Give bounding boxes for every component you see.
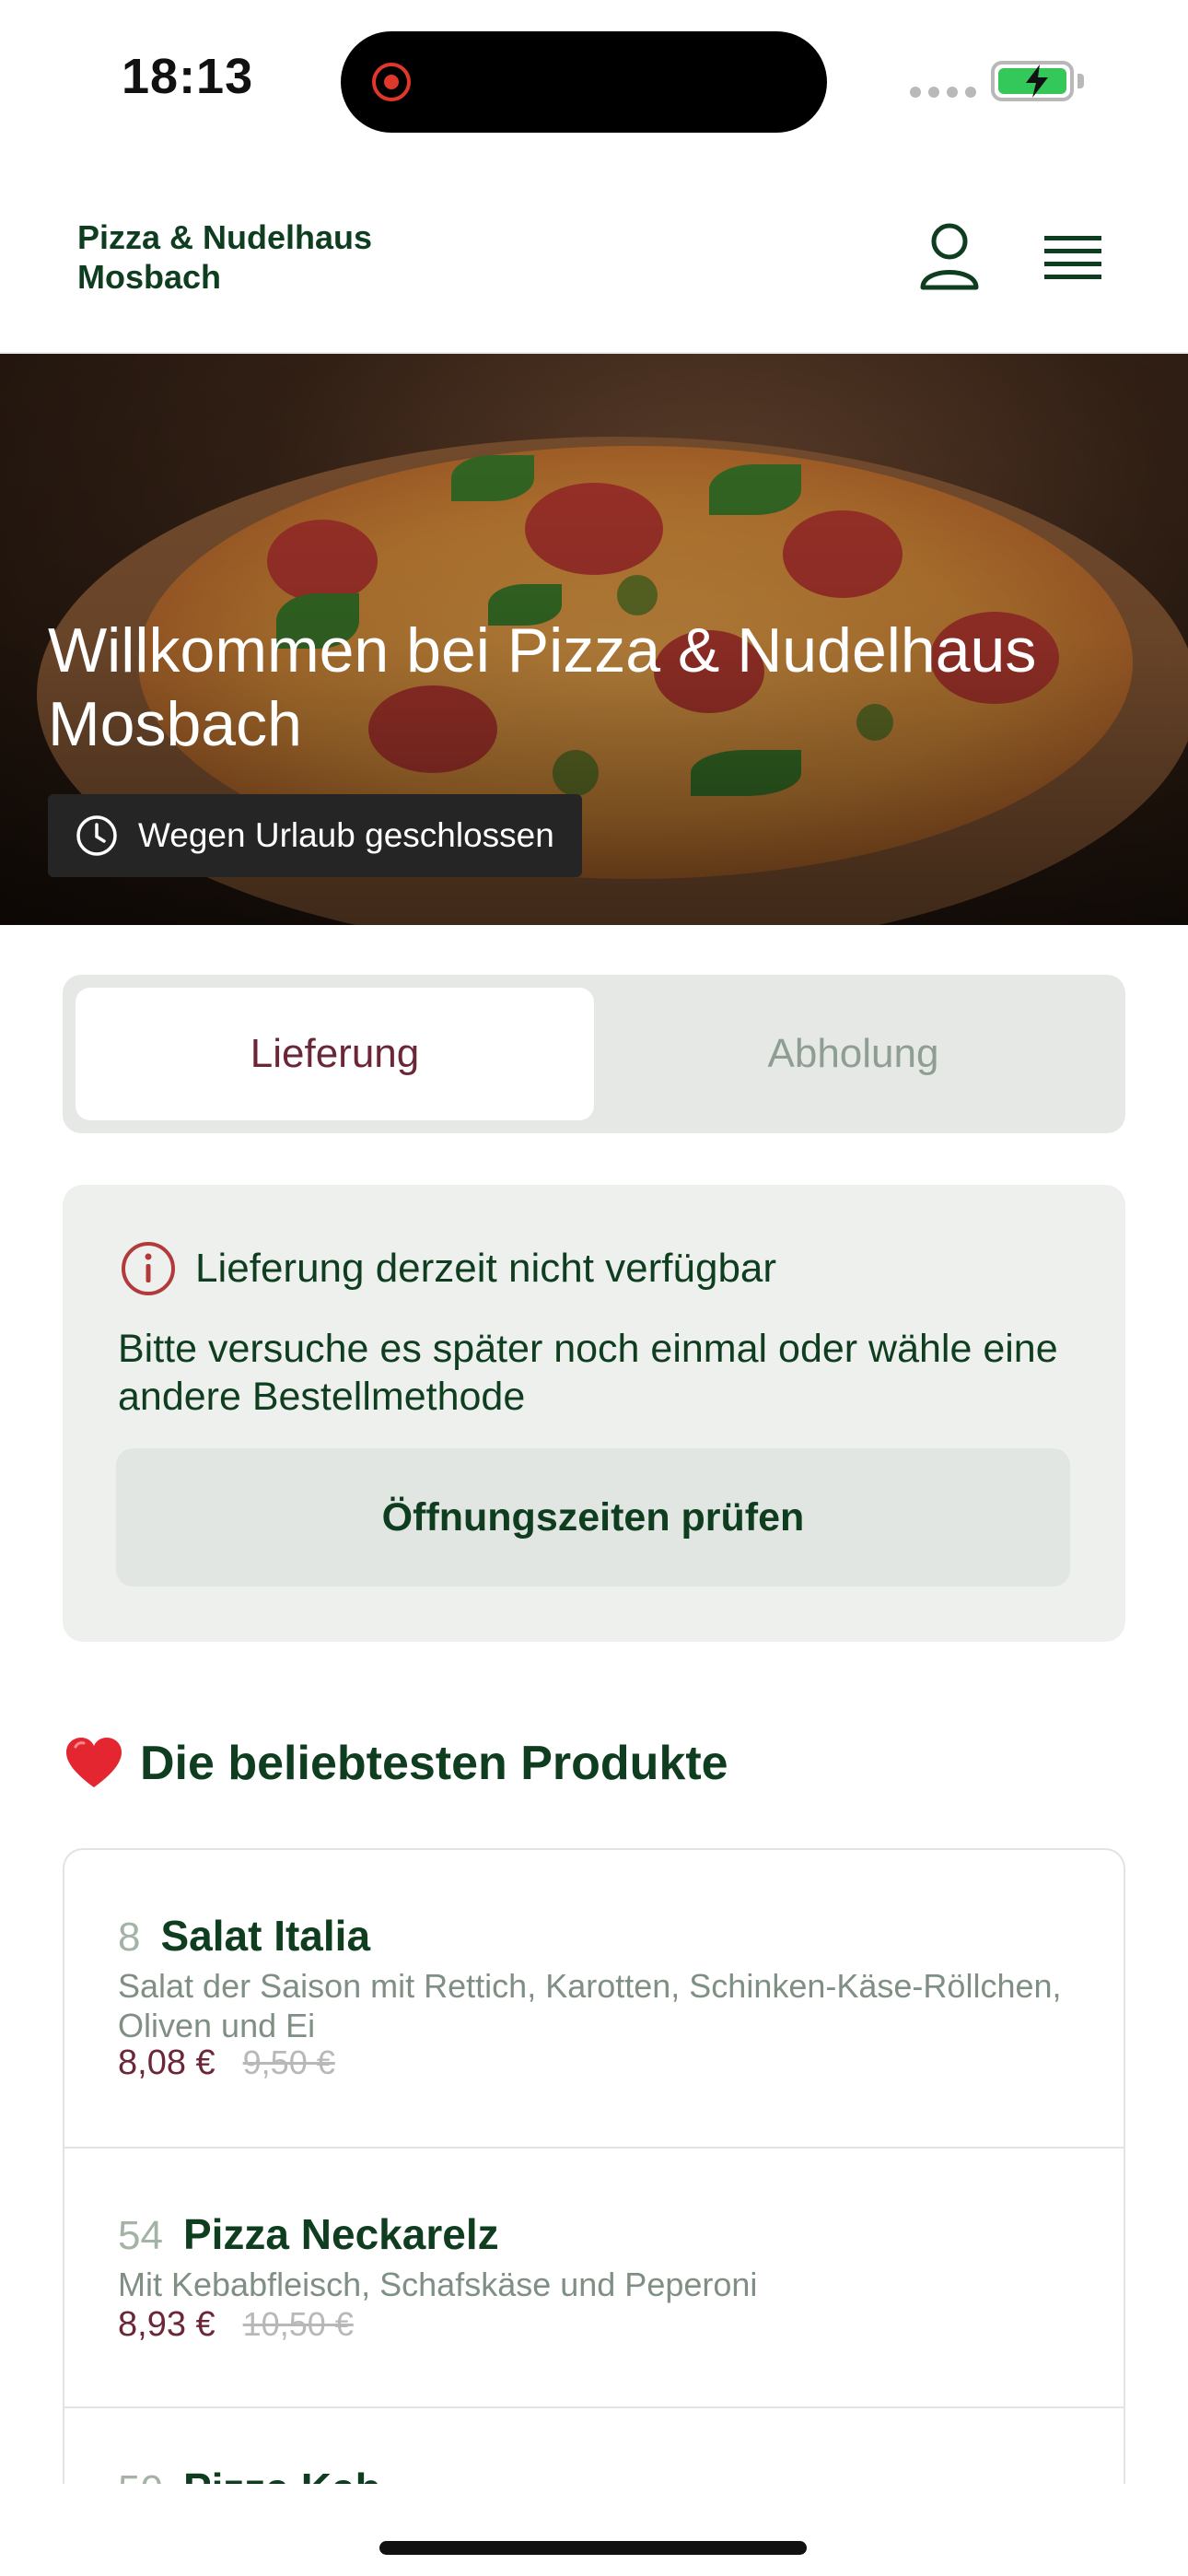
product-name-row: 50 Pizza Kab <box>118 2464 381 2484</box>
product-number: 54 <box>118 2213 163 2258</box>
section-title: Die beliebtesten Produkte <box>140 1737 728 1790</box>
dynamic-island <box>341 31 827 133</box>
product-description: Mit Kebabfleisch, Schafskäse und Peperon… <box>118 2266 758 2303</box>
charging-bolt-icon <box>1026 64 1048 98</box>
status-badge-label: Wegen Urlaub geschlossen <box>138 816 554 854</box>
product-price-row: 8,08 € 9,50 € <box>118 2043 335 2083</box>
product-item[interactable]: 54 Pizza Neckarelz Mit Kebabfleisch, Sch… <box>64 2149 1124 2408</box>
product-name: Salat Italia <box>160 1912 371 1960</box>
check-opening-hours-button[interactable]: Öffnungszeiten prüfen <box>116 1448 1070 1587</box>
product-name-row: 8 Salat Italia <box>118 1911 370 1961</box>
product-number: 8 <box>118 1914 141 1960</box>
status-time: 18:13 <box>122 49 254 104</box>
product-price-row: 8,93 € 10,50 € <box>118 2305 354 2345</box>
product-item[interactable]: 50 Pizza Kab <box>64 2408 1124 2484</box>
product-number: 50 <box>118 2467 163 2484</box>
app-header: Pizza & Nudelhaus Mosbach <box>0 157 1188 354</box>
battery-cap <box>1077 74 1084 88</box>
product-item[interactable]: 8 Salat Italia Salat der Saison mit Rett… <box>64 1850 1124 2149</box>
product-old-price: 9,50 € <box>242 2043 335 2081</box>
delivery-unavailable-notice: Lieferung derzeit nicht verfügbar Bitte … <box>63 1185 1125 1642</box>
tab-delivery[interactable]: Lieferung <box>76 988 594 1120</box>
status-badge: Wegen Urlaub geschlossen <box>48 794 582 877</box>
product-description: Salat der Saison mit Rettich, Karotten, … <box>118 1967 1062 2044</box>
battery-icon <box>991 61 1074 101</box>
product-name-row: 54 Pizza Neckarelz <box>118 2209 499 2259</box>
recording-indicator-icon <box>372 63 411 101</box>
popular-products-heading: Die beliebtesten Produkte <box>64 1736 728 1791</box>
notice-text: Bitte versuche es später noch einmal ode… <box>118 1327 1058 1419</box>
product-name: Pizza Kab <box>183 2464 381 2484</box>
hero-banner: Willkommen bei Pizza & Nudelhaus Mosbach… <box>0 354 1188 925</box>
product-old-price: 10,50 € <box>242 2305 354 2343</box>
product-name: Pizza Neckarelz <box>182 2210 499 2258</box>
info-icon <box>122 1242 175 1295</box>
popular-products-list: 8 Salat Italia Salat der Saison mit Rett… <box>63 1848 1125 2484</box>
cellular-signal-icon <box>910 87 976 98</box>
tab-pickup[interactable]: Abholung <box>594 988 1112 1120</box>
restaurant-name[interactable]: Pizza & Nudelhaus Mosbach <box>77 217 464 297</box>
user-icon <box>920 223 979 290</box>
order-method-tabs: Lieferung Abholung <box>63 975 1125 1133</box>
status-bar: 18:13 <box>0 0 1188 157</box>
hero-title: Willkommen bei Pizza & Nudelhaus Mosbach <box>48 615 1037 759</box>
product-price: 8,08 € <box>118 2043 215 2082</box>
notice-title: Lieferung derzeit nicht verfügbar <box>195 1246 777 1291</box>
account-button[interactable] <box>917 221 982 291</box>
hamburger-menu-icon <box>1044 236 1101 279</box>
menu-button[interactable] <box>1041 230 1105 286</box>
clock-icon <box>76 815 117 856</box>
home-indicator[interactable] <box>379 2541 807 2555</box>
heart-icon <box>66 1738 122 1787</box>
product-price: 8,93 € <box>118 2305 215 2344</box>
notice-title-row: Lieferung derzeit nicht verfügbar <box>120 1240 776 1297</box>
